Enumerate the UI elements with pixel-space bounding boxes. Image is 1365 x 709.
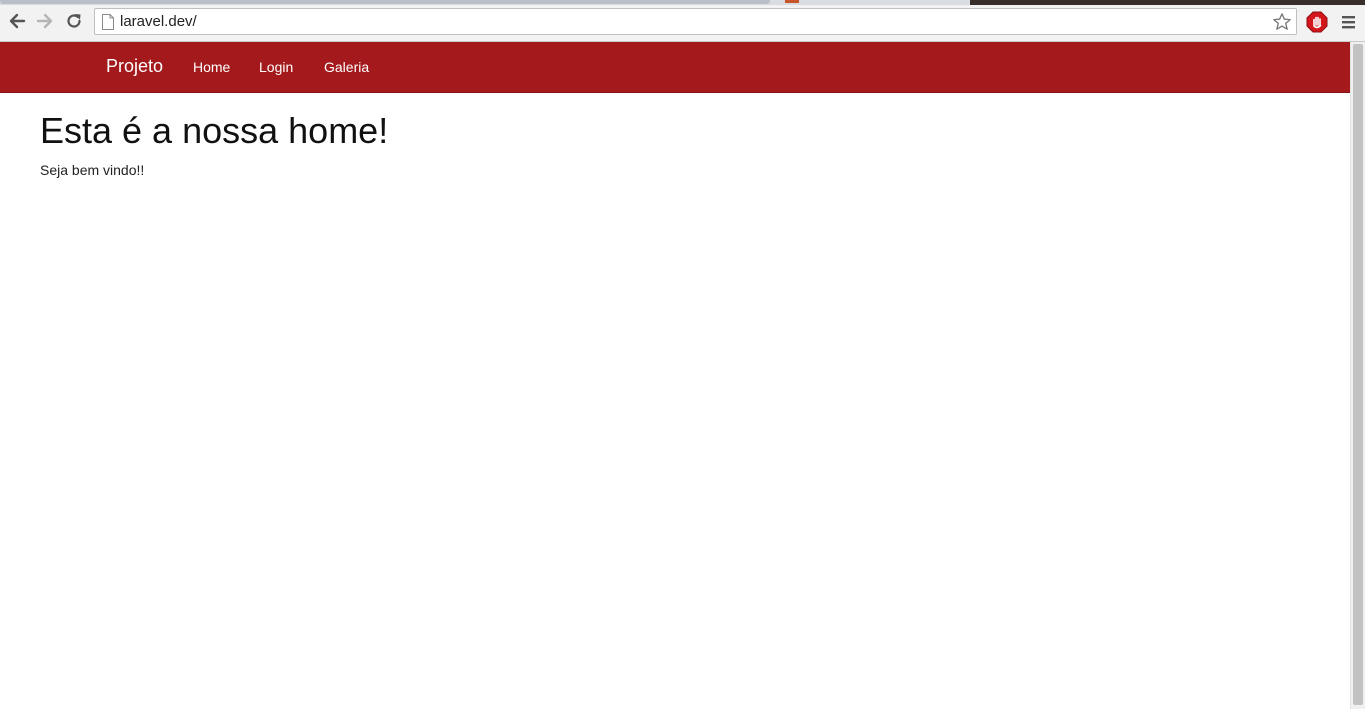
reload-button[interactable] [63, 10, 85, 32]
page-viewport: Projeto Home Login Galeria Esta é a noss… [0, 42, 1350, 709]
forward-arrow-icon [36, 13, 53, 29]
vertical-scrollbar[interactable] [1350, 42, 1365, 709]
page-title: Esta é a nossa home! [40, 110, 389, 151]
address-bar[interactable]: laravel.dev/ [94, 8, 1297, 35]
site-navbar: Projeto Home Login Galeria [0, 42, 1350, 93]
welcome-text: Seja bem vindo!! [40, 162, 145, 178]
browser-toolbar: laravel.dev/ [0, 5, 1365, 42]
url-text[interactable]: laravel.dev/ [120, 13, 197, 30]
browser-window: laravel.dev/ Projeto Home Login Galeria … [0, 0, 1365, 709]
adblock-extension-icon[interactable] [1306, 11, 1328, 33]
tab-favicon [785, 0, 799, 3]
page-icon [102, 14, 114, 30]
nav-link-home[interactable]: Home [193, 59, 230, 75]
hamburger-menu-icon[interactable] [1340, 14, 1358, 30]
back-arrow-icon [9, 13, 26, 29]
bookmark-star-icon[interactable] [1272, 12, 1292, 32]
reload-icon [67, 14, 81, 28]
navbar-brand[interactable]: Projeto [106, 56, 163, 77]
back-button[interactable] [6, 10, 28, 32]
tab-inactive[interactable] [0, 0, 770, 4]
forward-button[interactable] [34, 10, 56, 32]
scrollbar-thumb[interactable] [1353, 44, 1363, 705]
nav-link-login[interactable]: Login [259, 59, 293, 75]
nav-link-galeria[interactable]: Galeria [324, 59, 369, 75]
